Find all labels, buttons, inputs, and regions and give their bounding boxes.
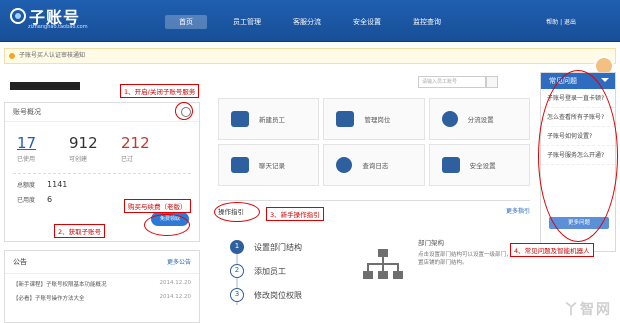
quota-total-label: 总额度: [17, 182, 36, 189]
step-label[interactable]: 修改岗位权限: [254, 290, 302, 301]
group-icon: [441, 111, 458, 127]
user-links[interactable]: 帮助 | 退出: [546, 17, 576, 26]
announcement-panel: 公告 更多公告 【新手课程】子账号权限基本功能概况 2014.12.20 【必看…: [4, 250, 200, 323]
watermark: 丫智网: [564, 302, 612, 318]
users-icon: [231, 111, 249, 127]
annotation-circle-free: [144, 214, 190, 236]
tile-label: 新建员工: [259, 116, 285, 124]
announcement-more-link[interactable]: 更多公告: [167, 257, 191, 267]
quota-used-value: 6: [47, 195, 53, 204]
tile-manage-posts[interactable]: 管理岗位: [323, 98, 425, 140]
stat-expired: 212 已过: [121, 134, 173, 163]
guide-steps: 1 设置部门结构 2 添加员工 3 修改岗位权限: [230, 235, 302, 307]
tile-label: 安全设置: [469, 162, 496, 170]
step-item[interactable]: 3 修改岗位权限: [230, 283, 302, 307]
quota-used-label: 已用度: [17, 197, 36, 204]
top-nav-bar: 子账号 zizhanghao.taobao.com 首页 员工管理 客服分流 安…: [0, 0, 620, 42]
announcement-date: 2014.12.20: [159, 294, 192, 300]
stat-expired-value: 212: [121, 134, 150, 152]
step-number: 3: [230, 288, 244, 302]
step-item[interactable]: 1 设置部门结构: [230, 235, 302, 259]
logo-icon: [10, 8, 26, 24]
guide-panel: 操作指引 更多指引 1 设置部门结构 2 添加员工 3 修改岗位权限 部门架构 …: [218, 200, 530, 323]
annotation-3: 3、新手操作指引: [266, 207, 324, 221]
tile-new-staff[interactable]: 新建员工: [218, 98, 320, 140]
search-input[interactable]: 请输入员工账号: [418, 76, 486, 88]
stat-used-label: 已使用: [17, 156, 36, 163]
tile-query-logs[interactable]: 查询日志: [323, 144, 425, 186]
announcement-header: 公告 更多公告: [5, 251, 199, 274]
tile-label: 查询日志: [362, 162, 389, 170]
nav-home[interactable]: 首页: [165, 15, 207, 29]
step-item[interactable]: 2 添加员工: [230, 259, 302, 283]
stat-available-label: 可创建: [69, 156, 88, 163]
stat-available-value: 912: [69, 134, 98, 152]
stats-row: 17 已使用 912 可创建 212 已过: [5, 122, 199, 163]
id-card-icon: [336, 111, 355, 127]
guide-desc-title: 部门架构: [418, 239, 444, 247]
quota-total-value: 1141: [47, 180, 68, 189]
annotation-5: 购买与续费（老版）: [124, 199, 191, 213]
annotation-circle-faq: [538, 70, 618, 242]
search-button[interactable]: [486, 76, 498, 88]
overview-title: 账号概况: [5, 103, 199, 122]
nav-security[interactable]: 安全设置: [347, 15, 387, 29]
masked-account-name: [10, 82, 80, 90]
nav-staff[interactable]: 员工管理: [227, 15, 267, 29]
tile-label: 管理岗位: [364, 116, 391, 124]
stat-used: 17 已使用: [17, 134, 69, 163]
step-label[interactable]: 设置部门结构: [254, 242, 302, 253]
step-number: 2: [230, 264, 244, 278]
logo-subtitle: zizhanghao.taobao.com: [28, 24, 88, 30]
list-item[interactable]: 【必看】子账号操作方法大全 2014.12.20: [5, 288, 199, 302]
tile-chat-logs[interactable]: 聊天记录: [218, 144, 320, 186]
announcement-text[interactable]: 【新手课程】子账号权限基本功能概况: [13, 280, 107, 288]
annotation-4: 4、常见问题及智能机器人: [510, 243, 594, 257]
quick-actions-grid: 新建员工 管理岗位 分流设置 聊天记录 查询日志 安全设置: [218, 98, 530, 186]
list-icon: [231, 157, 249, 173]
guide-more-link[interactable]: 更多指引: [506, 206, 530, 216]
notice-text[interactable]: 子账号买人认证审核通知: [19, 52, 85, 59]
annotation-circle-power: [175, 102, 193, 120]
announcement-title: 公告: [13, 258, 27, 266]
stat-used-value[interactable]: 17: [17, 134, 69, 152]
nav-routing[interactable]: 客服分流: [287, 15, 327, 29]
annotation-circle-guide: [214, 202, 260, 222]
stat-expired-label: 已过: [121, 156, 134, 163]
notice-icon: [9, 53, 15, 59]
nav-monitor[interactable]: 监控查询: [407, 15, 447, 29]
guide-header: 操作指引 更多指引: [218, 201, 530, 221]
tile-label: 分流设置: [467, 116, 494, 124]
step-label[interactable]: 添加员工: [254, 266, 286, 277]
main-nav: 首页 员工管理 客服分流 安全设置 监控查询: [165, 15, 467, 29]
notice-bar[interactable]: 子账号买人认证审核通知: [4, 48, 616, 64]
tile-label: 聊天记录: [259, 162, 285, 170]
tile-security-settings[interactable]: 安全设置: [428, 144, 530, 186]
quota-total: 总额度 1141: [5, 174, 199, 189]
stat-available: 912 可创建: [69, 134, 121, 163]
list-item[interactable]: 【新手课程】子账号权限基本功能概况 2014.12.20: [5, 274, 199, 288]
search-icon: [336, 157, 353, 173]
announcement-text[interactable]: 【必看】子账号操作方法大全: [13, 294, 85, 302]
step-number: 1: [230, 240, 244, 254]
shield-icon: [441, 157, 460, 173]
org-chart-icon: [363, 249, 403, 279]
annotation-1: 1、开启/关闭子账号服务: [120, 84, 200, 98]
tile-routing-settings[interactable]: 分流设置: [428, 98, 530, 140]
announcement-date: 2014.12.20: [159, 280, 192, 286]
annotation-2: 2、获取子账号: [54, 224, 106, 238]
